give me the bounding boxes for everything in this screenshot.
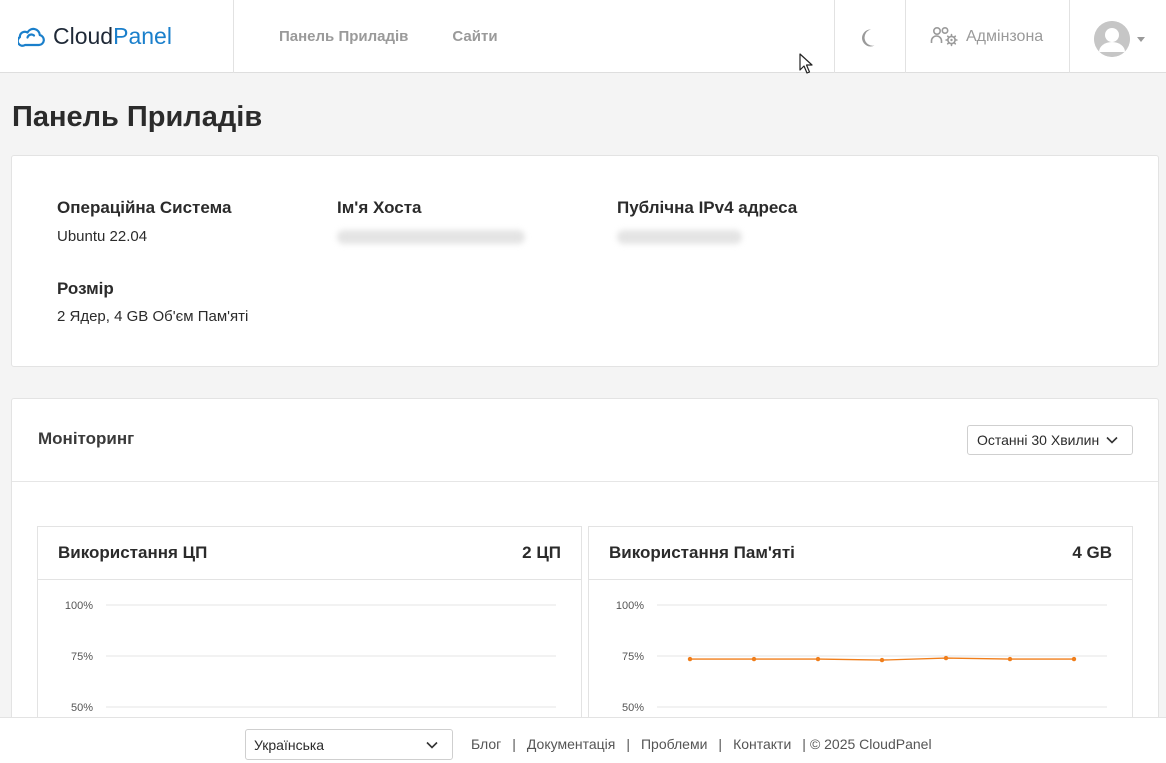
nav-sites[interactable]: Сайти (452, 28, 497, 45)
top-header: CloudPanel Панель Приладів Сайти Адмінзо… (0, 0, 1166, 73)
data-point[interactable] (1007, 656, 1013, 662)
language-value: Українська (254, 736, 325, 753)
separator: | (512, 736, 516, 752)
logo-text: CloudPanel (53, 22, 172, 49)
hostname-value-redacted (337, 230, 525, 244)
cpu-count: 2 ЦП (522, 543, 561, 562)
time-range-value: Останні 30 Хвилин (977, 432, 1100, 448)
separator: | (626, 736, 630, 752)
cloud-logo-icon (18, 27, 45, 47)
chevron-down-icon (1106, 436, 1118, 444)
avatar (1094, 21, 1130, 57)
footer-link-blog[interactable]: Блог (471, 736, 501, 752)
header-divider (905, 0, 906, 73)
header-divider (233, 0, 234, 73)
separator: | (718, 736, 723, 752)
memory-total: 4 GB (1072, 543, 1112, 562)
data-point[interactable] (815, 656, 821, 662)
memory-chart-title: Використання Пам'яті (609, 543, 795, 562)
data-point[interactable] (751, 656, 757, 662)
separator: | (802, 736, 806, 752)
footer-link-issues[interactable]: Проблеми (641, 736, 707, 752)
footer-link-docs[interactable]: Документація (527, 736, 615, 752)
mouse-cursor-icon (799, 53, 813, 74)
y-tick-label: 100% (65, 600, 93, 612)
moon-icon[interactable] (858, 26, 882, 50)
data-point[interactable] (943, 655, 949, 661)
page-title: Панель Приладів (12, 101, 263, 133)
main-nav: Панель Приладів Сайти (279, 0, 498, 73)
chevron-down-icon (1137, 36, 1145, 42)
hostname-label: Ім'я Хоста (337, 198, 422, 217)
y-tick-label: 75% (622, 651, 644, 663)
cloudpanel-logo[interactable]: CloudPanel (18, 20, 172, 52)
header-divider (834, 0, 835, 73)
y-tick-label: 75% (71, 651, 93, 663)
monitoring-card: Моніторинг Останні 30 Хвилин Використанн… (11, 398, 1159, 763)
y-tick-label: 100% (616, 600, 644, 612)
cpu-chart-title: Використання ЦП (58, 543, 208, 562)
monitoring-title: Моніторинг (38, 429, 135, 448)
chart-header: Використання Пам'яті 4 GB (589, 527, 1132, 580)
data-point[interactable] (879, 657, 885, 663)
nav-dashboard[interactable]: Панель Приладів (279, 28, 408, 45)
data-point[interactable] (1071, 656, 1077, 662)
admin-area-link[interactable]: Адмінзона (930, 0, 1043, 73)
copyright: © 2025 CloudPanel (809, 736, 932, 752)
users-gear-icon (930, 26, 958, 46)
server-info-card: Операційна Система Ubuntu 22.04 Ім'я Хос… (11, 155, 1159, 367)
os-value: Ubuntu 22.04 (57, 228, 148, 245)
chart-header: Використання ЦП 2 ЦП (38, 527, 581, 580)
time-range-select[interactable]: Останні 30 Хвилин (967, 425, 1133, 455)
user-icon (1094, 21, 1130, 57)
size-label: Розмір (57, 279, 114, 298)
chevron-down-icon (426, 741, 438, 749)
os-label: Операційна Система (57, 198, 232, 217)
public-ip-label: Публічна IPv4 адреса (617, 198, 798, 217)
data-point[interactable] (687, 656, 693, 662)
y-tick-label: 50% (71, 702, 93, 714)
footer-link-contacts[interactable]: Контакти (733, 736, 791, 752)
user-menu[interactable] (1094, 21, 1145, 57)
public-ip-value-redacted (617, 230, 742, 244)
language-select[interactable]: Українська (245, 729, 453, 760)
header-divider (1069, 0, 1070, 73)
footer-links: Блог | Документація | Проблеми | Контакт… (471, 736, 932, 752)
y-tick-label: 50% (622, 702, 644, 714)
admin-area-label: Адмінзона (966, 27, 1044, 45)
monitoring-divider (12, 481, 1158, 482)
footer: Українська Блог | Документація | Проблем… (0, 717, 1166, 763)
size-value: 2 Ядер, 4 GB Об'єм Пам'яті (57, 308, 249, 325)
